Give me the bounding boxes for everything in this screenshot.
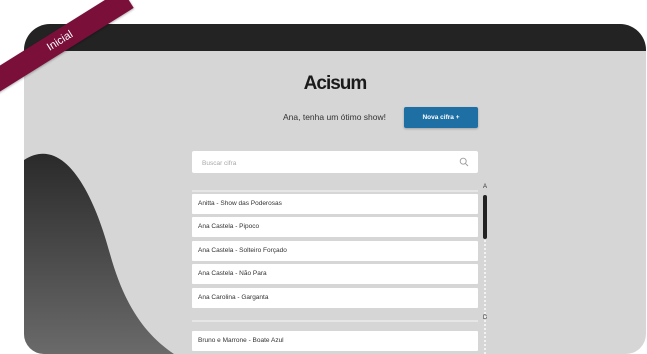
song-item[interactable]: Ana Castela - Não Para bbox=[192, 264, 478, 284]
song-item[interactable]: Ana Carolina - Garganta bbox=[192, 288, 478, 308]
index-letter-a[interactable]: A bbox=[480, 184, 490, 190]
search-input[interactable] bbox=[200, 154, 454, 172]
song-item[interactable]: Bruno e Marrone - Boate Azul bbox=[192, 331, 478, 351]
app-title: Acisum bbox=[303, 73, 368, 94]
song-item[interactable]: Ana Castela - Solteiro Forçado bbox=[192, 241, 478, 261]
scrollbar-thumb[interactable] bbox=[483, 195, 487, 239]
section-divider bbox=[192, 190, 478, 192]
greeting-text: Ana, tenha um ótimo show! bbox=[282, 112, 386, 122]
search-icon[interactable] bbox=[459, 157, 469, 167]
search-bar bbox=[192, 151, 478, 173]
song-item[interactable]: Ana Castela - Pipoco bbox=[192, 217, 478, 237]
song-item[interactable]: Anitta - Show das Poderosas bbox=[192, 194, 478, 214]
app-window: Acisum Ana, tenha um ótimo show! Nova ci… bbox=[24, 24, 646, 354]
new-chord-button[interactable]: Nova cifra + bbox=[404, 107, 478, 128]
section-divider bbox=[192, 320, 478, 322]
